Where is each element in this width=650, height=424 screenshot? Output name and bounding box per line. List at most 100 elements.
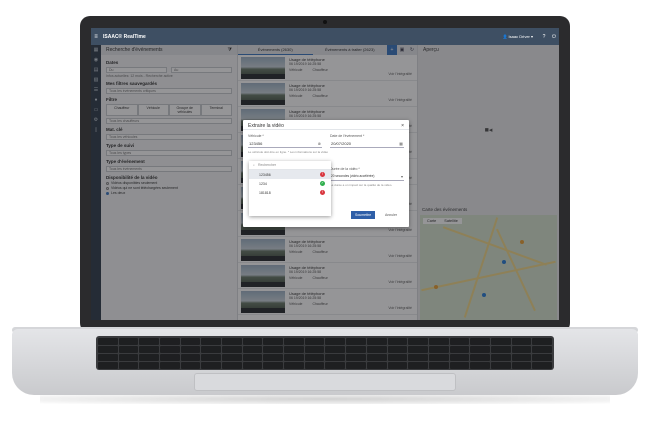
keyboard-key [408,338,428,345]
offline-status-icon: ! [320,172,325,177]
vehicle-option[interactable]: 1234 ✓ [249,179,331,188]
keyboard-key [118,346,139,353]
keyboard-key [366,338,387,345]
keyboard-key [160,346,180,353]
keyboard-key [346,346,366,353]
keyboard-key [118,354,139,361]
vehicle-option[interactable]: 181818! [249,188,331,197]
keyboard-key [242,346,263,353]
keyboard-key [470,362,490,369]
keyboard-key [346,354,366,361]
keyboard-key [511,346,532,353]
keyboard-key [284,362,304,369]
keyboard-key [284,354,304,361]
app-title: ISAAC® RealTime [103,33,146,40]
keyboard-key [98,338,118,345]
keyboard-key [325,338,346,345]
duration-label: Durée de la vidéo * [330,167,360,171]
keyboard-key [428,338,449,345]
dropdown-search[interactable]: ⌕ Rechercher [249,161,331,170]
dropdown-options: 123456! 1234 ✓ 181818! [249,170,331,197]
duration-value: 20 secondes (vidéo accélérée) [331,174,375,178]
keyboard-key [532,354,552,361]
keyboard-key [387,346,408,353]
keyboard-key [490,362,511,369]
keyboard-key [490,338,511,345]
user-menu[interactable]: 👤 Isaac Driver ▾ [502,34,533,39]
keyboard-key [139,346,160,353]
keyboard-key [470,354,490,361]
keyboard-key [428,362,449,369]
calendar-icon[interactable]: ▦ [399,140,403,147]
close-icon[interactable]: × [401,123,404,129]
keyboard-key [180,362,201,369]
keyboard-key [449,362,470,369]
keyboard-key [242,338,263,345]
keyboard-key [242,362,263,369]
keyboard-key [408,354,428,361]
vehicle-value: 123456 [249,141,263,146]
keyboard-key [201,354,222,361]
offline-status-icon: ! [320,190,325,195]
keyboard-key [118,338,139,345]
keyboard-key [366,354,387,361]
keyboard-key [511,354,532,361]
keyboard-key [532,346,552,353]
vehicle-label: Véhicule * [248,134,264,138]
touchpad [194,373,456,391]
keyboard-key [201,362,222,369]
keyboard-key [490,354,511,361]
keyboard-key [222,362,242,369]
keyboard-key [201,346,222,353]
keyboard-key [180,354,201,361]
keyboard-key [222,338,242,345]
keyboard-key [160,338,180,345]
keyboard [96,336,554,370]
submit-button[interactable]: Soumettre [351,211,376,219]
vehicle-option-label: 1234 [259,181,267,186]
laptop-shadow [40,394,610,404]
search-icon: ⌕ [253,163,255,167]
keyboard-key [408,362,428,369]
keyboard-key [428,354,449,361]
keyboard-key [139,338,160,345]
keyboard-key [346,338,366,345]
vehicle-option[interactable]: 123456! [249,170,331,179]
logout-icon[interactable]: ⏻ [549,34,559,40]
date-input[interactable]: 20/07/2020 ▦ [330,140,404,148]
keyboard-key [160,362,180,369]
keyboard-key [180,338,201,345]
keyboard-key [284,346,304,353]
keyboard-key [387,362,408,369]
keyboard-key [408,346,428,353]
online-status-icon: ✓ [320,181,325,186]
vehicle-dropdown: ⌕ Rechercher 123456! 1234 ✓ 181818! [249,161,331,216]
cancel-button[interactable]: Annuler [381,211,401,219]
search-placeholder: Rechercher [257,163,277,167]
menu-icon[interactable]: ≡ [91,34,101,40]
keyboard-key [449,338,470,345]
keyboard-key [449,354,470,361]
keyboard-key [118,362,139,369]
vehicle-option-label: 181818 [259,190,271,195]
keyboard-key [180,346,201,353]
duration-select[interactable]: 20 secondes (vidéo accélérée) ▾ [330,173,404,181]
keyboard-key [428,346,449,353]
keyboard-key [490,346,511,353]
keyboard-key [139,354,160,361]
keyboard-key [325,354,346,361]
dialog-title: Extraire la vidéo [248,123,284,129]
help-icon[interactable]: ? [539,34,549,40]
vehicle-hint: Le véhicule doit être en ligne. * Les in… [248,150,329,154]
keyboard-key [511,338,532,345]
keyboard-key [222,346,242,353]
keyboard-key [532,362,552,369]
vehicle-input[interactable]: 123456 ⊗ [248,140,322,148]
keyboard-key [387,338,408,345]
keyboard-key [98,346,118,353]
vehicle-option-label: 123456 [259,172,271,177]
clear-icon[interactable]: ⊗ [318,140,321,147]
keyboard-key [304,346,325,353]
keyboard-key [160,354,180,361]
keyboard-key [346,362,366,369]
